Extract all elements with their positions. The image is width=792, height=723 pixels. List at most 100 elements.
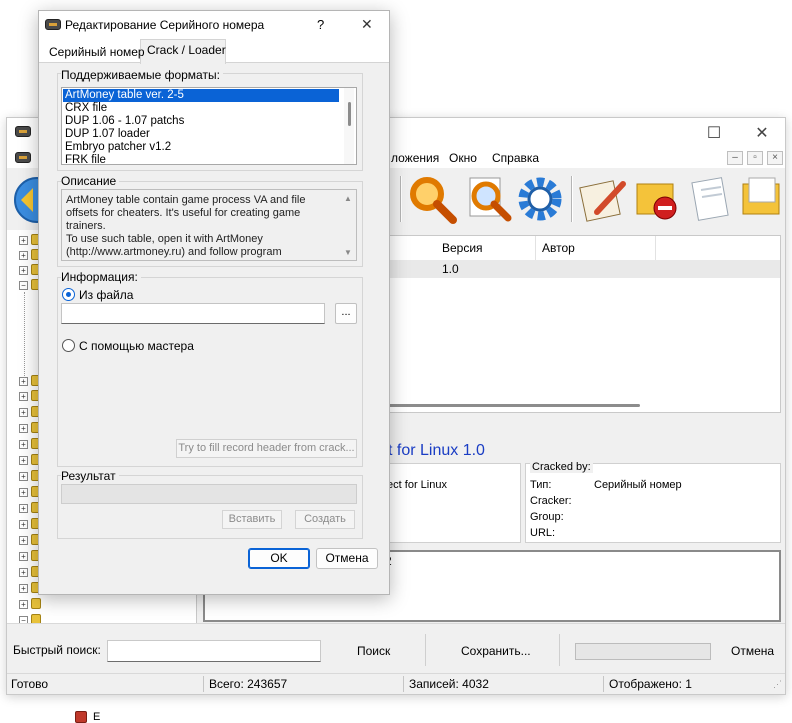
dialog-title: Редактирование Серийного номера — [65, 18, 265, 32]
scroll-up-icon[interactable]: ▲ — [344, 194, 352, 203]
tree-expand-icon[interactable]: + — [19, 424, 28, 433]
help-button[interactable]: ? — [317, 17, 324, 32]
tab-serial-number[interactable]: Серийный номер — [49, 45, 145, 59]
format-item[interactable]: DUP 1.06 - 1.07 patchs — [63, 115, 339, 128]
tree-expand-icon[interactable]: + — [19, 488, 28, 497]
scroll-down-icon[interactable]: ▼ — [344, 248, 352, 257]
formats-listbox[interactable]: ArtMoney table ver. 2-5 CRX file DUP 1.0… — [61, 87, 357, 165]
tree-expand-icon[interactable]: + — [19, 392, 28, 401]
vertical-scrollbar[interactable] — [344, 88, 354, 164]
type-value: Серийный номер — [594, 479, 682, 491]
description-label: Описание — [61, 174, 120, 188]
result-field[interactable] — [61, 484, 357, 504]
mdi-close-icon[interactable]: × — [767, 151, 783, 165]
format-item[interactable]: Embryo patcher v1.2 — [63, 141, 339, 154]
cancel-search-button[interactable]: Отмена — [731, 644, 774, 658]
description-text: ArtMoney table contain game process VA a… — [66, 194, 306, 260]
settings-gear-icon[interactable] — [515, 174, 565, 224]
status-total: Всего: 243657 — [209, 677, 288, 691]
tree-collapse-icon[interactable]: − — [19, 281, 28, 290]
menu-help[interactable]: Справка — [492, 151, 539, 165]
format-item[interactable]: ArtMoney table ver. 2-5 — [63, 89, 339, 102]
information-label: Информация: — [61, 270, 141, 284]
group-label: Group: — [530, 511, 564, 523]
column-header-version[interactable]: Версия — [436, 236, 536, 260]
tree-expand-icon[interactable]: + — [19, 600, 28, 609]
maximize-icon[interactable]: ☐ — [691, 118, 737, 148]
dialog-titlebar: Редактирование Серийного номера ? ✕ — [39, 11, 389, 39]
radio-wizard[interactable] — [62, 339, 75, 352]
scrollbar-thumb[interactable] — [354, 404, 640, 407]
tree-expand-icon[interactable]: + — [19, 456, 28, 465]
edit-serial-dialog: Редактирование Серийного номера ? ✕ Сери… — [38, 10, 390, 595]
format-item[interactable]: FRK file — [63, 154, 339, 164]
row-version: 1.0 — [442, 262, 459, 276]
create-button[interactable]: Создать — [295, 510, 355, 529]
column-header-author[interactable]: Автор — [536, 236, 656, 260]
tree-leaf-label[interactable]: E — [93, 711, 100, 723]
close-icon[interactable]: ✕ — [361, 16, 373, 33]
status-bar: Готово Всего: 243657 Записей: 4032 Отобр… — [7, 673, 785, 694]
toolbar-separator — [559, 634, 560, 666]
open-folder-icon[interactable] — [739, 174, 789, 224]
folder-icon — [31, 598, 41, 609]
search-button[interactable]: Поиск — [357, 644, 390, 658]
delete-folder-icon[interactable] — [633, 174, 683, 224]
quick-search-input[interactable] — [107, 640, 321, 662]
tree-expand-icon[interactable]: + — [19, 552, 28, 561]
browse-button[interactable]: ... — [335, 303, 357, 324]
radio-wizard-label[interactable]: С помощью мастера — [79, 339, 194, 353]
tree-expand-icon[interactable]: + — [19, 584, 28, 593]
file-path-input[interactable] — [61, 303, 325, 324]
edit-document-icon[interactable] — [579, 174, 629, 224]
resize-grip-icon[interactable]: ⋰ — [773, 679, 782, 690]
format-item[interactable]: DUP 1.07 loader — [63, 128, 339, 141]
menu-attachments[interactable]: ложения — [391, 151, 439, 165]
save-button[interactable]: Сохранить... — [461, 644, 531, 658]
tab-crack-loader[interactable]: Crack / Loader — [147, 43, 226, 57]
fill-header-button[interactable]: Try to fill record header from crack... — [176, 439, 357, 458]
mdi-minimize-icon[interactable]: – — [727, 151, 743, 165]
mdi-restore-icon[interactable]: ▫ — [747, 151, 763, 165]
format-item[interactable]: CRX file — [63, 102, 339, 115]
tree-expand-icon[interactable]: + — [19, 236, 28, 245]
cancel-button[interactable]: Отмена — [316, 548, 378, 569]
cracked-by-label: Cracked by: — [530, 461, 593, 473]
tree-expand-icon[interactable]: + — [19, 504, 28, 513]
crack-item-icon — [75, 711, 87, 723]
tree-expand-icon[interactable]: + — [19, 472, 28, 481]
tree-expand-icon[interactable]: + — [19, 266, 28, 275]
close-icon[interactable]: ✕ — [739, 118, 785, 148]
tree-expand-icon[interactable]: + — [19, 440, 28, 449]
program-title: t for Linux 1.0 — [388, 442, 485, 459]
tree-expand-icon[interactable]: + — [19, 520, 28, 529]
document-icon[interactable] — [687, 174, 737, 224]
find-zoom-icon[interactable] — [464, 174, 514, 224]
tree-expand-icon[interactable]: + — [19, 536, 28, 545]
quick-search-label: Быстрый поиск: — [13, 643, 101, 657]
tree-expand-icon[interactable]: + — [19, 251, 28, 260]
cracker-label: Cracker: — [530, 495, 572, 507]
result-label: Результат — [61, 469, 119, 483]
toolbar-separator — [571, 176, 573, 222]
tree-line — [24, 292, 25, 380]
radio-from-file[interactable] — [62, 288, 75, 301]
toolbar-separator — [425, 634, 426, 666]
paste-button[interactable]: Вставить — [222, 510, 282, 529]
app-icon — [45, 19, 61, 30]
tree-expand-icon[interactable]: + — [19, 408, 28, 417]
tree-expand-icon[interactable]: + — [19, 377, 28, 386]
status-ready: Готово — [11, 677, 49, 691]
tree-expand-icon[interactable]: + — [19, 568, 28, 577]
type-label: Тип: — [530, 479, 552, 491]
search-icon[interactable] — [407, 174, 457, 224]
ok-button[interactable]: OK — [248, 548, 310, 569]
cracked-by-box: Cracked by: Тип: Серийный номер Cracker:… — [525, 461, 781, 543]
status-displayed: Отображено: 1 — [609, 677, 692, 691]
menu-window[interactable]: Окно — [449, 151, 477, 165]
scrollbar-thumb[interactable] — [348, 102, 351, 126]
status-separator — [603, 676, 604, 692]
radio-from-file-label[interactable]: Из файла — [79, 288, 133, 302]
description-text-box[interactable]: ArtMoney table contain game process VA a… — [61, 189, 357, 261]
status-separator — [203, 676, 204, 692]
